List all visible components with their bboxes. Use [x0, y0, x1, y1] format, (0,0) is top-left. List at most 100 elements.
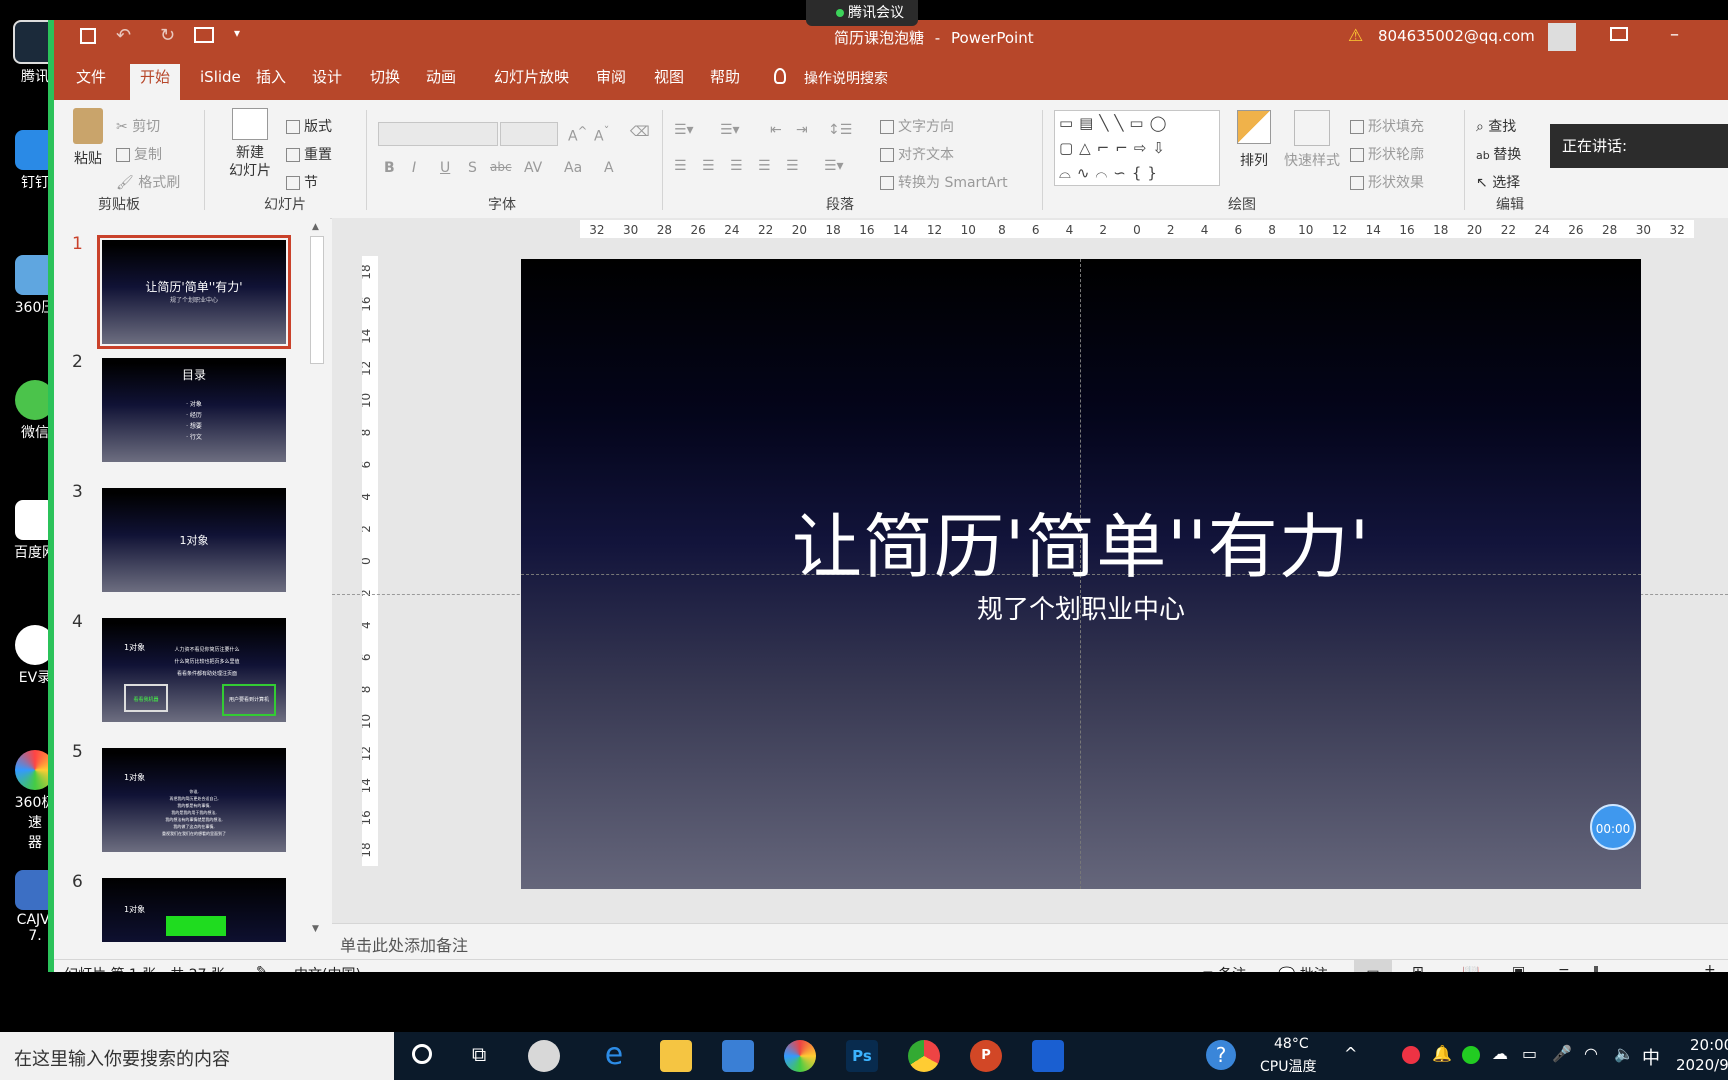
cut-button[interactable]: ✂ 剪切	[116, 116, 160, 136]
align-center-icon[interactable]: ☰	[702, 158, 715, 174]
tab-file[interactable]: 文件	[66, 64, 116, 92]
thumbnail-scrollbar[interactable]: ▲ ▼	[308, 218, 326, 940]
app-icon[interactable]	[528, 1040, 560, 1072]
new-slide-button[interactable]: 新建 幻灯片	[222, 108, 278, 180]
shrink-font-icon[interactable]: Aˇ	[594, 124, 609, 145]
numbering-icon[interactable]: ☰▾	[720, 122, 740, 138]
tab-view[interactable]: 视图	[644, 64, 694, 92]
convert-smartart-button[interactable]: 转换为 SmartArt	[880, 172, 1008, 192]
tab-design[interactable]: 设计	[302, 64, 352, 92]
chevron-up-icon[interactable]: ^	[1344, 1044, 1357, 1063]
shapes-gallery[interactable]: ▭▤╲╲▭◯ ▢△⌐⌐⇨⇩ ⌓∿⌒∽{}	[1054, 110, 1220, 186]
layout-button[interactable]: 版式	[286, 116, 332, 136]
mail-icon[interactable]	[722, 1040, 754, 1072]
ime-indicator[interactable]: 中	[1642, 1044, 1660, 1070]
notes-placeholder[interactable]: 单击此处添加备注	[340, 932, 468, 956]
slide-subtitle[interactable]: 规了个划职业中心	[521, 589, 1641, 626]
line-spacing-icon[interactable]: ↕☰	[828, 122, 852, 138]
taskbar-search-input[interactable]: 在这里输入你要搜索的内容	[14, 1045, 230, 1071]
recording-timer[interactable]: 00:00	[1590, 804, 1636, 850]
slide-thumbnails-pane[interactable]: 1 让简历'简单''有力' 规了个划职业中心 2 目录 · 对象 · 经历 · …	[54, 218, 330, 958]
tab-help[interactable]: 帮助	[700, 64, 750, 92]
font-color-button[interactable]: A	[604, 160, 614, 176]
slide-title[interactable]: 让简历'简单''有力'	[521, 491, 1641, 592]
task-view-icon[interactable]: ⧉	[472, 1042, 486, 1066]
scroll-thumb[interactable]	[310, 236, 324, 364]
tab-home[interactable]: 开始	[130, 64, 181, 100]
bullets-icon[interactable]: ☰▾	[674, 122, 694, 138]
slide-thumbnail-5[interactable]: 1对象 你谁, 再把我的简历更处合适自己, 我的都是有的事情, 我的是我的用于我…	[102, 748, 286, 852]
battery-icon[interactable]: ▭	[1522, 1044, 1537, 1063]
taskbar-search[interactable]: 在这里输入你要搜索的内容	[0, 1032, 394, 1080]
arrange-button[interactable]: 排列	[1234, 110, 1274, 170]
strikethrough-button[interactable]: abc	[490, 160, 512, 174]
slide-sorter-icon[interactable]: ⊞	[1412, 964, 1424, 972]
volume-icon[interactable]: 🔈	[1614, 1044, 1634, 1063]
redo-icon[interactable]: ↻	[160, 25, 175, 46]
powerpoint-icon[interactable]: P	[970, 1040, 1002, 1072]
account-email[interactable]: 804635002@qq.com	[1378, 27, 1535, 45]
tray-app-icon[interactable]	[1402, 1046, 1420, 1064]
tab-slideshow[interactable]: 幻灯片放映	[484, 64, 579, 92]
clock-date[interactable]: 2020/9	[1676, 1056, 1728, 1074]
find-button[interactable]: ⌕ 查找	[1476, 116, 1516, 136]
color-wheel-icon[interactable]	[784, 1040, 816, 1072]
scroll-down-icon[interactable]: ▼	[312, 924, 319, 934]
align-right-icon[interactable]: ☰	[730, 158, 743, 174]
zoom-in-button[interactable]: +	[1704, 962, 1716, 972]
format-painter-button[interactable]: 🖌 格式刷	[116, 172, 180, 192]
zoom-slider-thumb[interactable]	[1594, 966, 1598, 972]
clock-time[interactable]: 20:00	[1690, 1036, 1728, 1054]
increase-indent-icon[interactable]: ⇥	[796, 122, 808, 138]
bold-button[interactable]: B	[384, 160, 395, 176]
tab-animations[interactable]: 动画	[416, 64, 466, 92]
tab-review[interactable]: 审阅	[586, 64, 636, 92]
reading-view-icon[interactable]: 📖	[1462, 964, 1479, 972]
comments-toggle[interactable]: 💬 批注	[1278, 964, 1328, 972]
reset-button[interactable]: 重置	[286, 144, 332, 164]
tab-islide[interactable]: iSlide	[190, 64, 251, 92]
tab-transitions[interactable]: 切换	[360, 64, 410, 92]
cortana-icon[interactable]	[412, 1044, 432, 1064]
font-name-combo[interactable]	[378, 122, 498, 146]
underline-button[interactable]: U	[440, 160, 450, 176]
section-button[interactable]: 节	[286, 172, 318, 192]
spell-check-icon[interactable]: ✎	[256, 964, 268, 972]
edge-icon[interactable]: e	[598, 1040, 630, 1072]
grow-font-icon[interactable]: A^	[568, 124, 587, 145]
slideshow-view-icon[interactable]: ▣	[1512, 964, 1525, 972]
meeting-app-icon[interactable]	[1032, 1040, 1064, 1072]
warning-icon[interactable]: ⚠	[1348, 26, 1363, 46]
replace-button[interactable]: ab 替换	[1476, 144, 1521, 164]
align-text-button[interactable]: 对齐文本	[880, 144, 954, 164]
help-icon[interactable]: ?	[1206, 1040, 1236, 1070]
file-explorer-icon[interactable]	[660, 1040, 692, 1072]
slide-thumbnail-3[interactable]: 1对象	[102, 488, 286, 592]
language-indicator[interactable]: 中文(中国)	[294, 964, 361, 972]
zoom-out-button[interactable]: −	[1558, 962, 1570, 972]
tray-plus-icon[interactable]	[1462, 1046, 1480, 1064]
paste-button[interactable]: 粘贴	[68, 108, 108, 168]
minimize-icon[interactable]: –	[1670, 24, 1679, 45]
shape-effects-button[interactable]: 形状效果	[1350, 172, 1424, 192]
italic-button[interactable]: I	[412, 160, 416, 176]
shape-outline-button[interactable]: 形状轮廓	[1350, 144, 1424, 164]
font-size-combo[interactable]	[500, 122, 558, 146]
decrease-indent-icon[interactable]: ⇤	[770, 122, 782, 138]
tell-me-search[interactable]: 操作说明搜索	[804, 68, 888, 88]
undo-icon[interactable]: ↶	[116, 25, 131, 46]
start-slideshow-icon[interactable]	[194, 27, 214, 43]
distribute-icon[interactable]: ☰	[786, 158, 799, 174]
slide-thumbnail-6[interactable]: 1对象	[102, 878, 286, 942]
tab-insert[interactable]: 插入	[246, 64, 296, 92]
change-case-button[interactable]: Aa	[564, 160, 582, 176]
copy-button[interactable]: 复制	[116, 144, 162, 164]
slide-thumbnail-2[interactable]: 目录 · 对象 · 经历 · 想要 · 行文	[102, 358, 286, 462]
meeting-indicator[interactable]: 腾讯会议	[806, 0, 918, 26]
scroll-up-icon[interactable]: ▲	[312, 222, 319, 232]
quick-styles-button[interactable]: 快速样式	[1282, 110, 1342, 170]
save-icon[interactable]	[80, 28, 96, 44]
align-left-icon[interactable]: ☰	[674, 158, 687, 174]
columns-icon[interactable]: ☰▾	[824, 158, 844, 174]
notes-toggle[interactable]: ≡ 备注	[1202, 964, 1246, 972]
